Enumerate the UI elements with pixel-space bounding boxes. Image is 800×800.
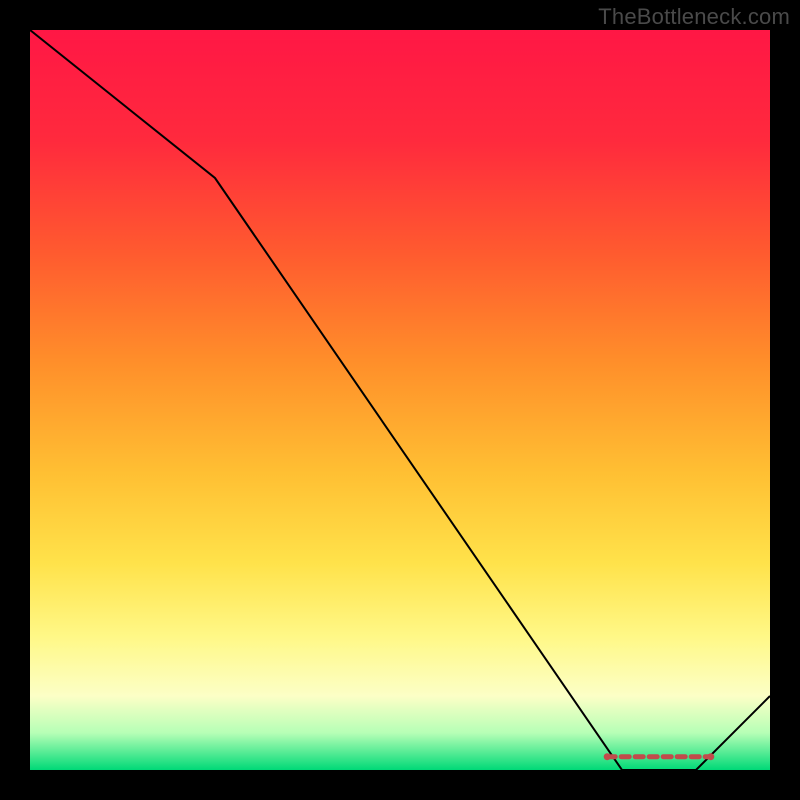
chart-frame: TheBottleneck.com bbox=[0, 0, 800, 800]
chart-svg bbox=[30, 30, 770, 770]
gradient-background bbox=[30, 30, 770, 770]
optimal-marker-dot bbox=[604, 753, 611, 760]
watermark-text: TheBottleneck.com bbox=[598, 4, 790, 30]
plot-area bbox=[30, 30, 770, 770]
optimal-marker-dot bbox=[707, 753, 714, 760]
